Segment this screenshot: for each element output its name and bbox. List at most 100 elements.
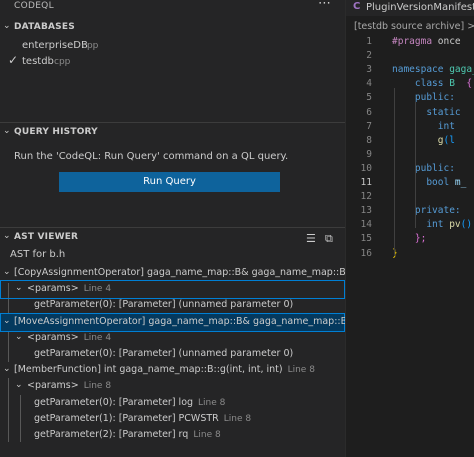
code-text: private: [392,205,461,217]
ellipsis-icon[interactable]: ⋯ [318,0,331,11]
code-text: int pv(); [392,219,474,231]
indent-guide [394,88,395,256]
ast-node-line: Line 8 [198,398,226,408]
editor-tab[interactable]: C PluginVersionManifest.h [346,0,474,16]
ast-node[interactable]: getParameter(2): [Parameter] rq Line 8 [0,426,345,445]
code-line[interactable]: 10 public: [346,162,474,176]
line-number: 6 [366,106,372,118]
code-text: public: [392,162,455,174]
code-line[interactable]: 13 private: [346,204,474,218]
ast-node-line: Line 8 [223,414,252,424]
database-item-selected[interactable]: ✓ testdb cpp [0,53,345,70]
line-number: 13 [360,205,372,217]
code-text: #pragma once [392,36,461,47]
chevron-down-icon: ⌄ [15,380,23,390]
line-number: 7 [366,120,372,132]
view-title: CODEQL [14,1,54,11]
code-line[interactable]: 5 public: [346,91,474,105]
code-line[interactable]: 7 int [346,120,474,134]
code-editor: C PluginVersionManifest.h [testdb source… [345,0,474,457]
line-number: 15 [360,233,372,245]
ast-node-line: Line 4 [83,284,112,294]
code-line[interactable]: 4 class B { [346,77,474,91]
ast-node-label: [MoveAssignmentOperator] gaga_name_map::… [14,316,345,327]
line-number: 4 [366,78,372,90]
ast-node-label: getParameter(0): [Parameter] (unnamed pa… [34,348,294,359]
code-text: static [392,106,461,118]
ast-node-label: <params> Line 4 [27,283,112,294]
code-text: bool m_ [392,177,467,188]
line-number: 14 [360,219,372,231]
code-line[interactable]: 11 bool m_ [346,176,474,190]
ast-node-label: getParameter(0): [Parameter] log Line 8 [34,397,226,408]
section-ast-viewer-header[interactable]: ⌄ AST VIEWER [0,228,345,247]
ast-node-label: [MemberFunction] int gaga_name_map::B::g… [14,364,315,375]
code-text: int [392,120,455,132]
chevron-down-icon: ⌄ [3,231,11,241]
tab-title: PluginVersionManifest.h [366,2,474,13]
database-name: enterpriseDB [22,40,88,51]
code-text: namespace gaga_ [392,64,474,76]
section-title: DATABASES [14,22,75,32]
section-databases-header[interactable]: ⌄ DATABASES [0,18,345,37]
ast-node-label: getParameter(1): [Parameter] PCWSTR Line … [34,413,252,424]
code-text: g(l [392,134,455,146]
line-number: 8 [366,134,372,146]
line-number: 11 [360,177,372,188]
ast-node-line: Line 8 [287,365,315,375]
ast-node-line: Line 4 [83,333,112,343]
chevron-down-icon: ⌄ [3,267,11,277]
ast-node-line: Line 8 [83,381,112,391]
line-number: 10 [360,162,372,174]
code-text: }; [392,233,427,245]
code-line[interactable]: 6 static [346,106,474,120]
ast-node-label: getParameter(2): [Parameter] rq Line 8 [34,429,221,440]
line-number: 12 [360,191,372,203]
code-text: public: [392,92,455,104]
code-line[interactable]: 16} [346,247,474,261]
line-number: 16 [360,247,372,259]
line-number: 5 [366,92,372,104]
run-query-button[interactable]: Run Query [59,172,280,192]
code-text: class B { [392,78,473,90]
ast-node-label: [CopyAssignmentOperator] gaga_name_map::… [14,267,345,278]
ast-node-label: <params> Line 4 [27,332,112,343]
chevron-down-icon: ⌄ [3,21,11,31]
section-title: QUERY HISTORY [14,127,98,137]
code-line[interactable]: 15 }; [346,232,474,246]
chevron-down-icon: ⌄ [3,316,11,326]
collapse-all-icon[interactable]: ⧉ [325,232,333,246]
indent-guide [415,102,416,228]
code-line[interactable]: 1 #pragma once [346,35,474,49]
ast-file-label: AST for b.h [10,249,66,260]
view-title-bar: CODEQL ⋯ [0,0,345,16]
chevron-down-icon: ⌄ [15,332,23,342]
section-title: AST VIEWER [14,232,79,242]
c-file-icon: C [353,1,361,12]
chevron-down-icon: ⌄ [15,283,23,293]
ast-node-label: getParameter(0): [Parameter] (unnamed pa… [34,299,294,310]
codeql-sidebar: CODEQL ⋯ ⌄ DATABASES enterpriseDB cpp ✓ … [0,0,345,457]
code-line[interactable]: 12 [346,190,474,204]
line-number: 2 [366,50,372,62]
code-line[interactable]: 9 [346,148,474,162]
code-line[interactable]: 8 g(l [346,134,474,148]
code-line[interactable]: 3 namespace gaga_ [346,63,474,77]
line-number: 3 [366,64,372,76]
database-item[interactable]: enterpriseDB cpp [0,38,345,54]
code-line[interactable]: 14 int pv(); [346,218,474,232]
chevron-down-icon: ⌄ [3,126,11,136]
database-language: cpp [54,57,71,67]
chevron-down-icon: ⌄ [3,364,11,374]
line-number: 9 [366,148,372,160]
editor-tab-bar: C PluginVersionManifest.h [346,0,474,16]
database-name: testdb [22,56,54,67]
ast-node-line: Line 8 [193,430,221,440]
breadcrumb[interactable]: [testdb source archive] > C_ [354,21,474,32]
clear-all-icon[interactable]: ☰ [306,232,316,245]
query-history-hint: Run the 'CodeQL: Run Query' command on a… [14,151,289,162]
section-query-history-header[interactable]: ⌄ QUERY HISTORY [0,123,345,142]
line-number: 1 [366,36,372,47]
database-language: cpp [82,41,99,51]
code-line[interactable]: 2 [346,49,474,63]
